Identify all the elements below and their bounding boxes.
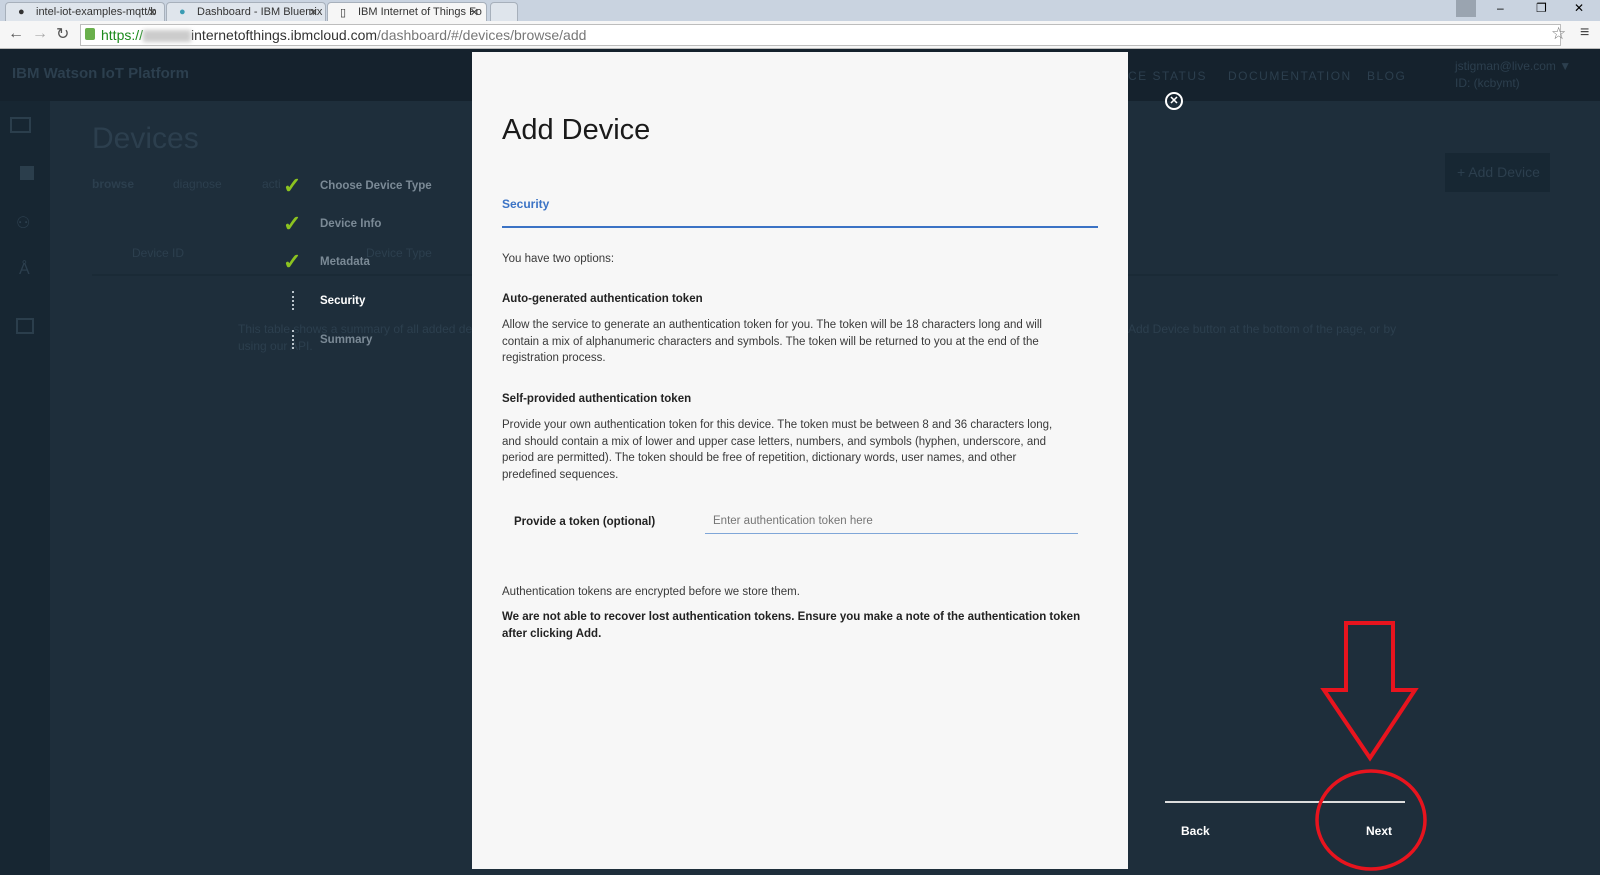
devices-icon[interactable] (20, 166, 34, 180)
sidebar: ⚇ Å (0, 101, 50, 875)
recovery-warning: We are not able to recover lost authenti… (502, 611, 1081, 640)
close-modal-icon[interactable]: ✕ (1165, 92, 1183, 110)
back-icon[interactable]: ← (8, 25, 24, 43)
close-tab-icon[interactable]: ✕ (309, 6, 318, 19)
page-title: Devices (92, 122, 199, 155)
profile-icon[interactable] (1456, 0, 1476, 17)
step-security[interactable]: Security (320, 295, 365, 307)
forward-icon[interactable]: → (32, 25, 48, 43)
lock-icon (85, 28, 95, 40)
add-device-bg-button: + Add Device (1445, 153, 1550, 192)
wizard-progress-line (1165, 801, 1405, 803)
address-bar-row: ← → ↻ https://internetofthings.ibmcloud.… (0, 21, 1600, 49)
dashboard-icon[interactable] (10, 117, 31, 133)
modal-title: Add Device (502, 114, 651, 146)
org-id: ID: (kcbymt) (1455, 76, 1520, 90)
tab-underline (502, 226, 1098, 228)
extensions-icon[interactable] (16, 318, 34, 334)
auto-token-text: Allow the service to generate an authent… (502, 319, 1042, 364)
encryption-note: Authentication tokens are encrypted befo… (502, 586, 800, 598)
self-token-heading: Self-provided authentication token (502, 393, 692, 405)
reload-icon[interactable]: ↻ (56, 24, 69, 44)
add-device-modal: Add Device Security You have two options… (472, 52, 1128, 869)
nav-status[interactable]: CE STATUS (1128, 69, 1207, 83)
back-button[interactable]: Back (1181, 824, 1210, 838)
column-device-type[interactable]: Device Type (366, 246, 432, 260)
token-input[interactable] (705, 508, 1078, 534)
close-window-button[interactable]: ✕ (1574, 1, 1584, 15)
step-device-info[interactable]: Device Info (320, 218, 381, 230)
check-icon: ✓ (283, 249, 302, 274)
user-menu[interactable]: jstigman@live.com ▼ (1455, 59, 1571, 73)
next-button[interactable]: Next (1366, 824, 1392, 838)
info-text-2: using our API. (238, 339, 313, 353)
auto-token-heading: Auto-generated authentication token (502, 293, 703, 305)
page-icon: ▯ (340, 7, 347, 19)
browser-tab[interactable]: ● Dashboard - IBM Bluemix ✕ (166, 2, 326, 21)
nav-documentation[interactable]: DOCUMENTATION (1228, 69, 1352, 83)
check-icon: ✓ (283, 173, 302, 198)
bookmark-star-icon[interactable]: ☆ (1551, 24, 1566, 44)
step-pending-icon (292, 291, 294, 310)
info-text-right: Add Device button at the bottom of the p… (1128, 322, 1397, 336)
red-circle-annotation (1315, 769, 1427, 871)
red-arrow-annotation (1320, 621, 1419, 762)
subnav-actions[interactable]: acti (262, 177, 281, 191)
restore-button[interactable]: ❐ (1536, 1, 1547, 15)
redacted (143, 30, 192, 43)
self-token-text: Provide your own authentication token fo… (502, 419, 1053, 481)
subnav-diagnose[interactable]: diagnose (173, 177, 222, 191)
rules-icon[interactable]: Å (19, 261, 30, 279)
column-device-id[interactable]: Device ID (132, 246, 184, 260)
github-icon: ● (18, 6, 25, 18)
token-label: Provide a token (optional) (514, 516, 656, 528)
step-choose-device-type[interactable]: Choose Device Type (320, 180, 432, 192)
bluemix-icon: ● (179, 6, 186, 18)
browser-tab-active[interactable]: ▯ IBM Internet of Things Fo ✕ (327, 2, 487, 21)
close-tab-icon[interactable]: ✕ (148, 6, 157, 19)
step-pending-icon (292, 330, 294, 349)
step-summary[interactable]: Summary (320, 334, 372, 346)
minimize-button[interactable]: – (1497, 1, 1504, 15)
intro-text: You have two options: (502, 253, 615, 265)
app-title: IBM Watson IoT Platform (12, 65, 189, 82)
check-icon: ✓ (283, 211, 302, 236)
subnav-browse[interactable]: browse (92, 177, 134, 191)
step-metadata[interactable]: Metadata (320, 256, 370, 268)
nav-blog[interactable]: BLOG (1367, 69, 1406, 83)
url-input[interactable]: https://internetofthings.ibmcloud.com/da… (80, 24, 1561, 46)
close-tab-icon[interactable]: ✕ (470, 6, 479, 19)
menu-icon[interactable]: ≡ (1580, 24, 1589, 42)
browser-tab-bar: ● intel-iot-examples-mqtt/b ✕ ● Dashboard -… (0, 0, 1600, 21)
tab-security[interactable]: Security (502, 197, 549, 211)
browser-tab[interactable]: ● intel-iot-examples-mqtt/b ✕ (5, 2, 165, 21)
members-icon[interactable]: ⚇ (16, 213, 30, 233)
new-tab-button[interactable] (490, 2, 518, 21)
